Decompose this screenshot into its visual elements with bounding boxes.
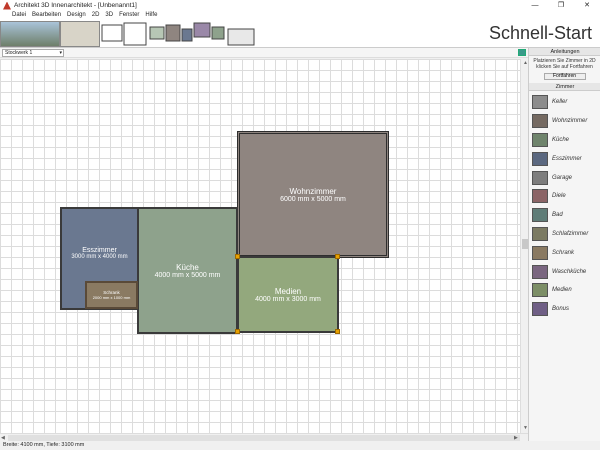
room-type-item[interactable]: Bonus — [529, 300, 600, 319]
floor-selector-value: Stockwerk 1 — [5, 50, 33, 56]
room-type-label: Medien — [552, 287, 572, 294]
chevron-down-icon: ▾ — [59, 50, 62, 56]
room-kueche[interactable]: Küche 4000 mm x 5000 mm — [137, 207, 238, 334]
house-photo-thumbnail[interactable] — [0, 21, 60, 47]
resize-handle[interactable] — [235, 254, 240, 259]
room-type-item[interactable]: Schrank — [529, 243, 600, 262]
room-swatch-icon — [532, 264, 548, 279]
room-size: 4000 mm x 3000 mm — [255, 295, 321, 303]
room-size: 6000 mm x 5000 mm — [280, 195, 346, 203]
room-type-item[interactable]: Küche — [529, 131, 600, 150]
continue-button[interactable]: Fortfahren — [543, 73, 586, 80]
window-title: Architekt 3D Innenarchitekt - [Unbenannt… — [14, 2, 137, 9]
quickstart-sidebar: Anleitungen Platzieren Sie Zimmer in 2D … — [528, 48, 600, 441]
resize-handle[interactable] — [335, 329, 340, 334]
menu-hilfe[interactable]: Hilfe — [145, 11, 157, 20]
status-bar: Breite: 4100 mm, Tiefe: 3100 mm — [0, 441, 600, 450]
room-type-list: Keller Wohnzimmer Küche Esszimmer Garage Diel… — [529, 91, 600, 319]
room-type-item[interactable]: Keller — [529, 93, 600, 112]
menu-fenster[interactable]: Fenster — [119, 11, 139, 20]
instructions-header: Anleitungen — [529, 48, 600, 56]
menu-bar: Datei Bearbeiten Design 2D 3D Fenster Hi… — [0, 11, 600, 20]
room-swatch-icon — [532, 170, 548, 185]
room-type-label: Wohnzimmer — [552, 118, 588, 125]
room-name: Wohnzimmer — [289, 186, 337, 196]
room-schrank[interactable]: Schrank 2000 mm x 1000 mm — [85, 281, 138, 309]
room-name: Esszimmer — [82, 247, 117, 254]
floorplan-photo-thumbnail[interactable] — [60, 21, 100, 47]
room-size: 2000 mm x 1000 mm — [92, 295, 131, 300]
room-wohnzimmer[interactable]: Wohnzimmer 6000 mm x 5000 mm — [237, 131, 389, 258]
room-type-item[interactable]: Bad — [529, 206, 600, 225]
panel-toggle-icon[interactable] — [518, 49, 526, 56]
room-type-item[interactable]: Diele — [529, 187, 600, 206]
menu-bearbeiten[interactable]: Bearbeiten — [32, 11, 61, 20]
room-swatch-icon — [532, 245, 548, 260]
room-type-label: Keller — [552, 99, 568, 106]
close-button[interactable]: ✕ — [574, 0, 600, 11]
room-swatch-icon — [532, 226, 548, 241]
room-swatch-icon — [532, 208, 548, 223]
room-medien[interactable]: Medien 4000 mm x 3000 mm — [237, 256, 339, 333]
rooms-header: Zimmer — [529, 83, 600, 91]
room-swatch-icon — [532, 95, 548, 110]
room-name: Medien — [274, 286, 302, 296]
step-sketch-thumbnails[interactable] — [100, 21, 260, 47]
room-swatch-icon — [532, 114, 548, 129]
instructions-text: Platzieren Sie Zimmer in 2D klicken Sie … — [533, 58, 596, 70]
room-swatch-icon — [532, 189, 548, 204]
menu-3d[interactable]: 3D — [105, 11, 113, 20]
room-swatch-icon — [532, 132, 548, 147]
title-bar: Architekt 3D Innenarchitekt - [Unbenannt… — [0, 0, 600, 11]
room-type-item[interactable]: Garage — [529, 168, 600, 187]
ribbon: Schnell-Start — [0, 20, 600, 48]
menu-design[interactable]: Design — [67, 11, 86, 20]
window-controls: — ❐ ✕ — [522, 0, 600, 11]
room-type-label: Diele — [552, 193, 566, 200]
floorplan-canvas[interactable]: Wohnzimmer 6000 mm x 5000 mm Esszimmer 3… — [0, 59, 520, 433]
resize-handle[interactable] — [335, 254, 340, 259]
menu-2d[interactable]: 2D — [92, 11, 100, 20]
room-type-label: Garage — [552, 174, 573, 181]
room-size: 3000 mm x 4000 mm — [71, 254, 128, 260]
vertical-scrollbar[interactable]: ▲ ▼ — [520, 59, 528, 433]
room-type-label: Schlafzimmer — [552, 230, 589, 237]
menu-datei[interactable]: Datei — [12, 11, 26, 20]
floor-selector[interactable]: Stockwerk 1 ▾ — [2, 49, 64, 57]
resize-handle[interactable] — [235, 329, 240, 334]
room-type-label: Schrank — [552, 249, 575, 256]
room-type-item[interactable]: Schlafzimmer — [529, 225, 600, 244]
room-swatch-icon — [532, 283, 548, 298]
app-logo-icon — [3, 1, 11, 10]
room-type-item[interactable]: Waschküche — [529, 262, 600, 281]
room-type-label: Esszimmer — [552, 155, 582, 162]
room-type-label: Küche — [552, 136, 570, 143]
room-type-item[interactable]: Wohnzimmer — [529, 112, 600, 131]
room-type-label: Waschküche — [552, 268, 587, 275]
room-size: 4000 mm x 5000 mm — [154, 271, 221, 279]
horizontal-scrollbar[interactable]: ◀ ▶ — [0, 433, 528, 441]
room-name: Küche — [176, 262, 199, 272]
maximize-button[interactable]: ❐ — [548, 0, 574, 11]
room-type-label: Bad — [552, 212, 563, 219]
room-swatch-icon — [532, 151, 548, 166]
quickstart-title: Schnell-Start — [488, 23, 592, 43]
room-type-label: Bonus — [552, 306, 570, 313]
room-type-item[interactable]: Medien — [529, 281, 600, 300]
room-swatch-icon — [532, 302, 548, 317]
view-toolbar: Stockwerk 1 ▾ — [0, 48, 600, 58]
minimize-button[interactable]: — — [522, 0, 548, 11]
room-type-item[interactable]: Esszimmer — [529, 149, 600, 168]
